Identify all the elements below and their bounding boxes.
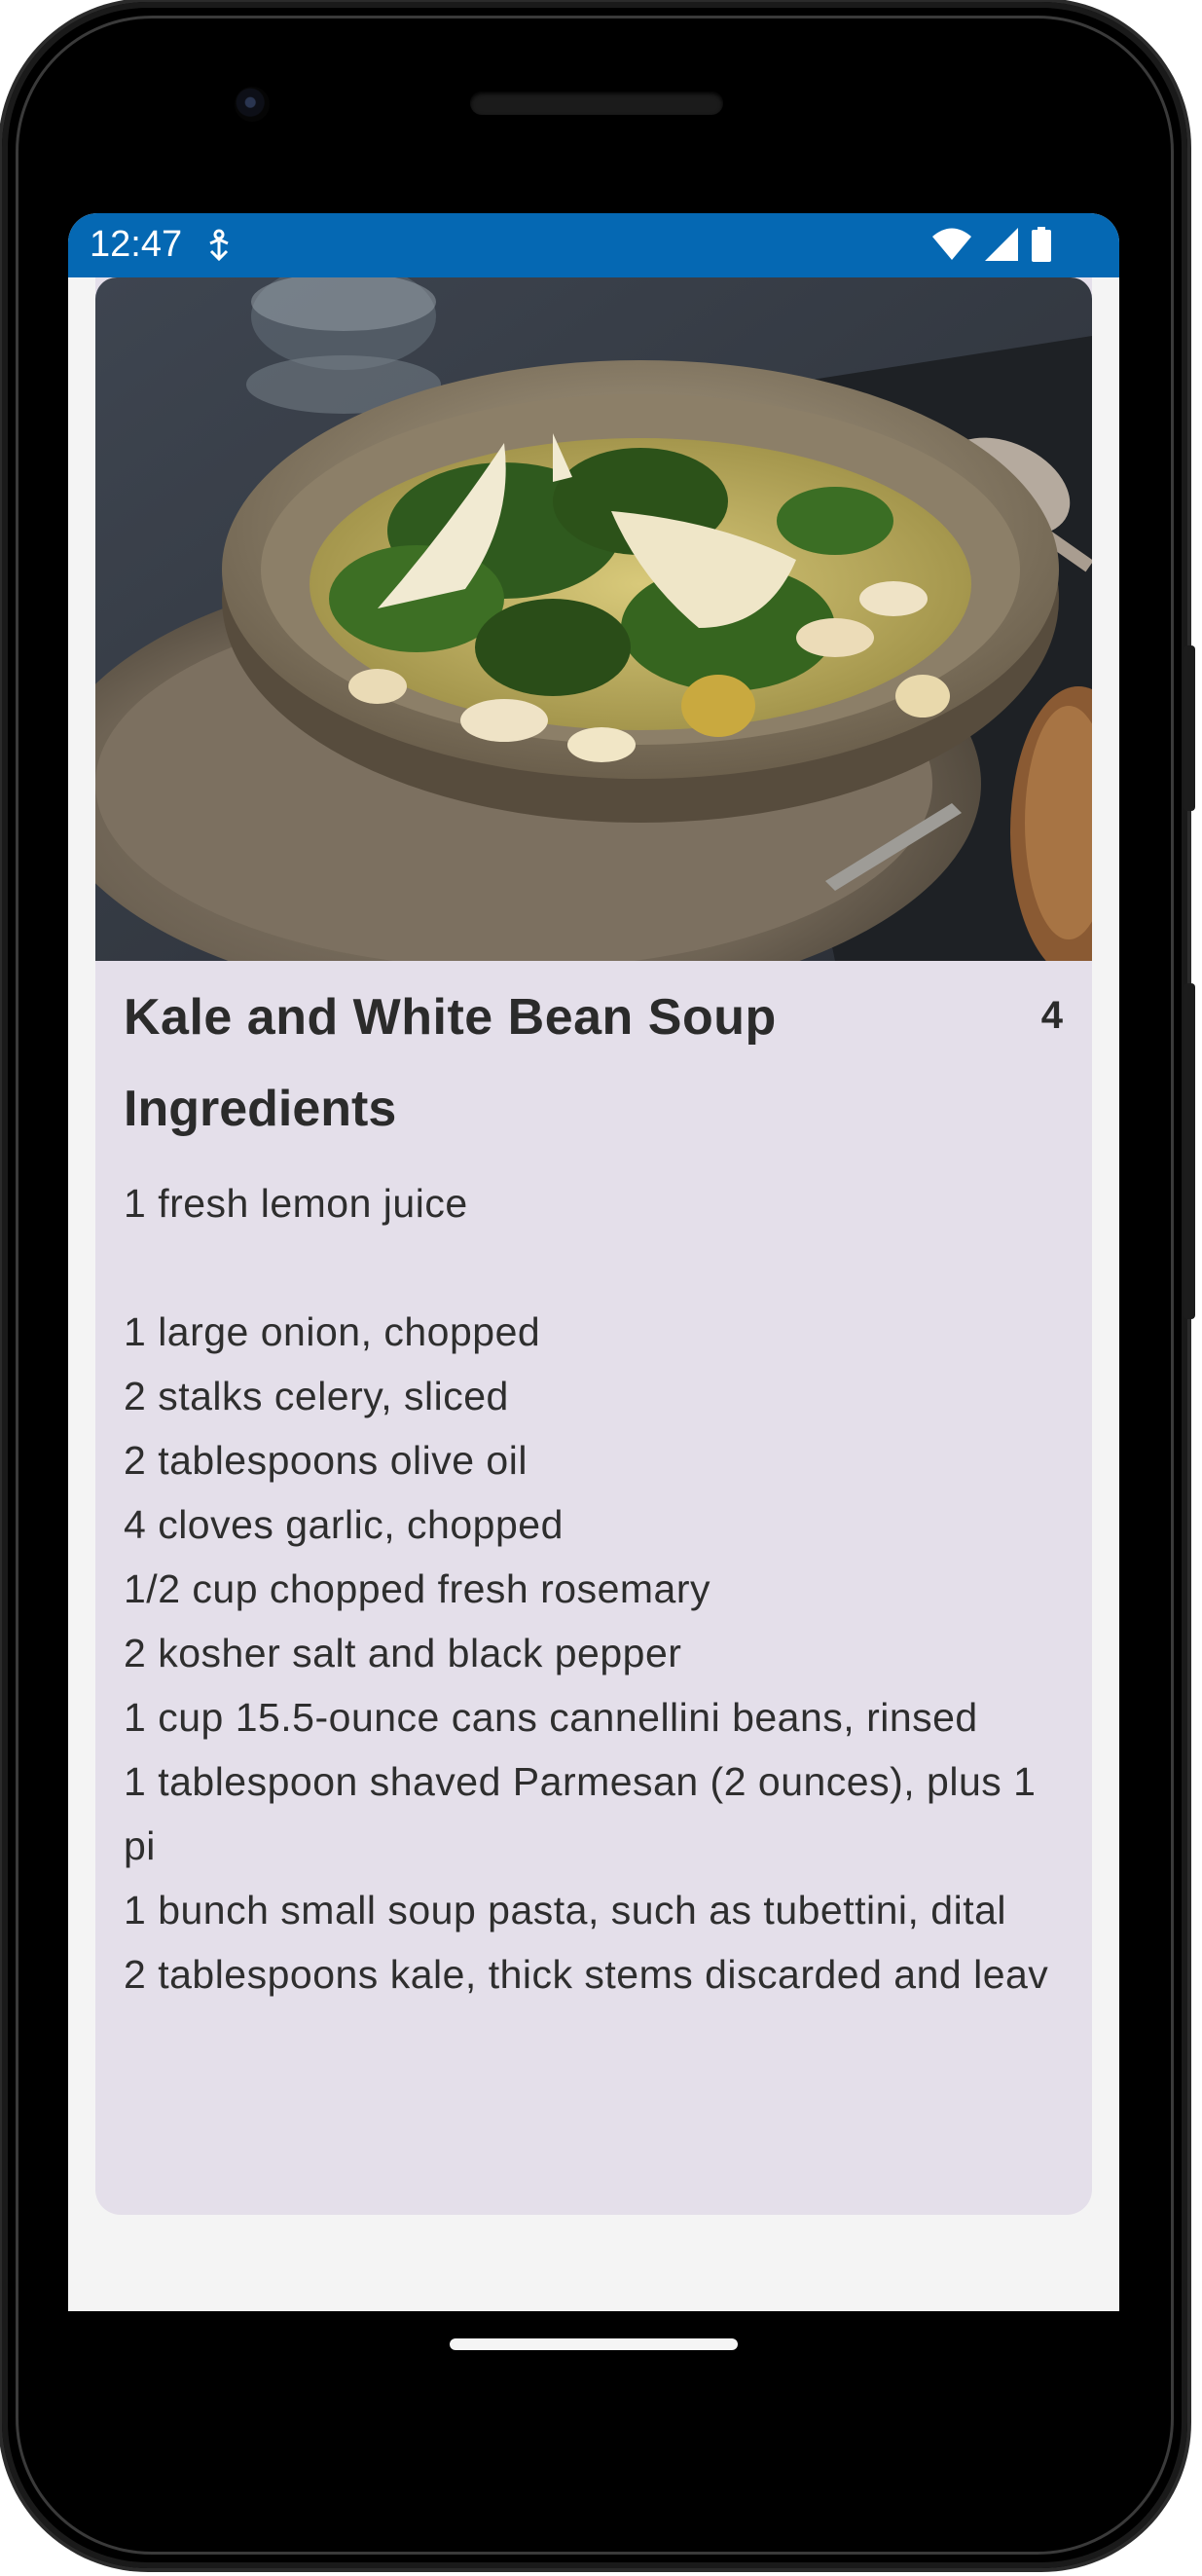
ingredient-item: 1 bunch small soup pasta, such as tubett… bbox=[124, 1888, 1007, 1932]
status-bar: 12:47 bbox=[68, 213, 1119, 277]
screen: 12:47 Kale and White Bean Soup 4 Ingredi… bbox=[68, 213, 1119, 2311]
battery-icon bbox=[1032, 227, 1051, 262]
accessibility-download-icon bbox=[209, 229, 229, 262]
wifi-icon bbox=[932, 228, 971, 260]
recipe-photo bbox=[95, 277, 1092, 961]
status-time: 12:47 bbox=[90, 224, 183, 265]
power-button bbox=[1184, 983, 1195, 1319]
earpiece-speaker bbox=[470, 92, 723, 115]
ingredient-item: 1 fresh lemon juice bbox=[124, 1181, 468, 1226]
recipe-card[interactable]: Kale and White Bean Soup 4 Ingredients 1… bbox=[95, 277, 1092, 2215]
front-camera bbox=[235, 87, 270, 122]
ingredient-item: 1 large onion, chopped bbox=[124, 1309, 541, 1354]
ingredients-list: 1 fresh lemon juice 1 large onion, chopp… bbox=[124, 1171, 1068, 2006]
ingredient-item: 4 cloves garlic, chopped bbox=[124, 1502, 564, 1547]
ingredient-item: 1 tablespoon shaved Parmesan (2 ounces),… bbox=[124, 1759, 1037, 1868]
ingredient-item: 2 tablespoons olive oil bbox=[124, 1438, 528, 1483]
ingredient-item bbox=[124, 1235, 1068, 1300]
ingredient-item: 2 stalks celery, sliced bbox=[124, 1374, 509, 1418]
navigation-bar bbox=[68, 2311, 1119, 2486]
recipe-title: Kale and White Bean Soup bbox=[124, 989, 777, 1046]
ingredient-item: 2 tablespoons kale, thick stems discarde… bbox=[124, 1952, 1049, 1997]
signal-icon bbox=[985, 228, 1018, 261]
volume-button bbox=[1184, 645, 1195, 811]
servings-count: 4 bbox=[1040, 994, 1063, 1037]
home-gesture-handle[interactable] bbox=[450, 2338, 738, 2350]
status-icons bbox=[932, 227, 1051, 262]
ingredient-item: 2 kosher salt and black pepper bbox=[124, 1631, 682, 1675]
ingredient-item: 1 cup 15.5-ounce cans cannellini beans, … bbox=[124, 1695, 978, 1740]
ingredients-heading: Ingredients bbox=[124, 1081, 397, 1137]
ingredient-item: 1/2 cup chopped fresh rosemary bbox=[124, 1566, 710, 1611]
